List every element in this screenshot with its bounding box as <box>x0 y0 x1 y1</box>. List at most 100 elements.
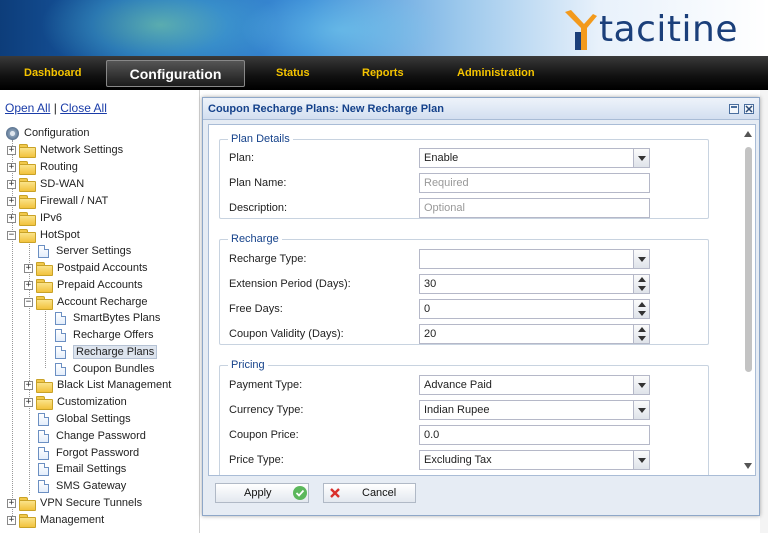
tree-item-label-selected: Recharge Plans <box>73 345 158 359</box>
close-icon[interactable] <box>744 104 754 114</box>
tree-expand-links: Open All | Close All <box>5 101 107 115</box>
maximize-icon[interactable] <box>729 104 739 114</box>
tree-item-customization[interactable]: + Customization <box>24 394 127 410</box>
price-type-select[interactable]: Excluding Tax <box>419 450 650 470</box>
plan-select[interactable]: Enable <box>419 148 650 168</box>
plan-label: Plan: <box>229 152 255 164</box>
expand-plus-icon[interactable]: + <box>7 145 16 155</box>
price-type-label: Price Type: <box>229 454 284 466</box>
settings-gear-icon <box>6 126 19 140</box>
tree-item-label: SmartBytes Plans <box>73 312 161 324</box>
tree-item-label: Server Settings <box>56 245 132 257</box>
tree-item-network-settings[interactable]: + Network Settings <box>7 142 123 158</box>
spinner-arrows-icon[interactable] <box>633 324 650 344</box>
chevron-down-icon[interactable] <box>633 450 650 470</box>
expand-plus-icon[interactable]: + <box>7 179 16 189</box>
nav-administration[interactable]: Administration <box>457 56 535 90</box>
tree-root[interactable]: Configuration <box>6 125 89 141</box>
tree-item-global-settings[interactable]: Global Settings <box>38 411 131 427</box>
expand-plus-icon[interactable]: + <box>24 397 33 407</box>
expand-plus-icon[interactable]: + <box>24 280 33 290</box>
tree-item-recharge-plans[interactable]: Recharge Plans <box>55 344 158 360</box>
cancel-button[interactable]: Cancel <box>323 483 416 503</box>
expand-plus-icon[interactable]: + <box>7 213 16 223</box>
chevron-down-icon[interactable] <box>633 249 650 269</box>
tree-item-smartbytes[interactable]: SmartBytes Plans <box>55 310 160 326</box>
tree-item-firewall[interactable]: + Firewall / NAT <box>7 193 108 209</box>
folder-icon <box>36 379 53 393</box>
nav-reports[interactable]: Reports <box>362 56 404 90</box>
close-all-link[interactable]: Close All <box>60 101 107 115</box>
coupon-validity-value: 20 <box>424 328 437 340</box>
scroll-up-icon[interactable] <box>744 131 752 137</box>
collapse-minus-icon[interactable]: − <box>24 297 33 307</box>
recharge-type-select[interactable] <box>419 249 650 269</box>
expand-plus-icon[interactable]: + <box>7 162 16 172</box>
scroll-down-icon[interactable] <box>744 463 752 469</box>
folder-icon <box>19 144 36 158</box>
plan-name-input[interactable]: Required <box>419 173 650 193</box>
payment-type-label: Payment Type: <box>229 379 303 391</box>
free-days-stepper[interactable]: 0 <box>419 299 650 319</box>
tree-item-vpn[interactable]: + VPN Secure Tunnels <box>7 495 142 511</box>
spinner-arrows-icon[interactable] <box>633 299 650 319</box>
expand-plus-icon[interactable]: + <box>7 515 16 525</box>
page-icon <box>38 462 49 476</box>
tree-item-blacklist[interactable]: + Black List Management <box>24 377 171 393</box>
tree-item-label: Black List Management <box>57 379 172 391</box>
nav-dashboard[interactable]: Dashboard <box>24 56 81 90</box>
folder-icon <box>36 396 53 410</box>
chevron-down-icon[interactable] <box>633 400 650 420</box>
currency-type-value: Indian Rupee <box>424 404 490 416</box>
extension-period-value: 30 <box>424 278 437 290</box>
coupon-validity-stepper[interactable]: 20 <box>419 324 650 344</box>
tree-item-email-settings[interactable]: Email Settings <box>38 461 126 477</box>
tree-item-account-recharge[interactable]: − Account Recharge <box>24 294 148 310</box>
check-icon <box>293 486 307 500</box>
page-icon <box>38 244 49 258</box>
currency-type-select[interactable]: Indian Rupee <box>419 400 650 420</box>
tree-item-prepaid[interactable]: + Prepaid Accounts <box>24 277 143 293</box>
expand-plus-icon[interactable]: + <box>7 498 16 508</box>
coupon-price-input[interactable]: 0.0 <box>419 425 650 445</box>
page-icon <box>55 345 66 359</box>
tree-item-routing[interactable]: + Routing <box>7 159 78 175</box>
form-scrollbar[interactable] <box>741 125 755 475</box>
expand-plus-icon[interactable]: + <box>24 263 33 273</box>
tree-item-postpaid[interactable]: + Postpaid Accounts <box>24 260 148 276</box>
scrollbar-thumb[interactable] <box>745 147 752 372</box>
payment-type-value: Advance Paid <box>424 379 492 391</box>
nav-status[interactable]: Status <box>276 56 310 90</box>
tree-item-recharge-offers[interactable]: Recharge Offers <box>55 327 154 343</box>
tree-item-change-password[interactable]: Change Password <box>38 428 146 444</box>
tree-item-forgot-password[interactable]: Forgot Password <box>38 445 139 461</box>
tree-item-label: Forgot Password <box>56 447 140 459</box>
folder-icon <box>19 497 36 511</box>
tree-item-label: Change Password <box>56 430 146 442</box>
nav-configuration[interactable]: Configuration <box>106 60 245 87</box>
extension-period-stepper[interactable]: 30 <box>419 274 650 294</box>
tree-item-management[interactable]: + Management <box>7 512 104 528</box>
collapse-minus-icon[interactable]: − <box>7 230 16 240</box>
spinner-arrows-icon[interactable] <box>633 274 650 294</box>
page-icon <box>38 429 49 443</box>
tree-item-sdwan[interactable]: + SD-WAN <box>7 176 84 192</box>
tree-item-ipv6[interactable]: + IPv6 <box>7 210 62 226</box>
dialog-titlebar[interactable]: Coupon Recharge Plans: New Recharge Plan <box>203 98 759 120</box>
open-all-link[interactable]: Open All <box>5 101 50 115</box>
expand-plus-icon[interactable]: + <box>24 380 33 390</box>
tree-item-server-settings[interactable]: Server Settings <box>38 243 131 259</box>
apply-button[interactable]: Apply <box>215 483 309 503</box>
tree-item-label: Account Recharge <box>57 296 148 308</box>
tree-item-sms-gateway[interactable]: SMS Gateway <box>38 478 126 494</box>
tree-item-hotspot[interactable]: − HotSpot <box>7 227 80 243</box>
tree-item-label: Firewall / NAT <box>40 195 109 207</box>
payment-type-select[interactable]: Advance Paid <box>419 375 650 395</box>
folder-icon <box>36 262 53 276</box>
description-input[interactable]: Optional <box>419 198 650 218</box>
chevron-down-icon[interactable] <box>633 375 650 395</box>
tree-item-coupon-bundles[interactable]: Coupon Bundles <box>55 361 154 377</box>
expand-plus-icon[interactable]: + <box>7 196 16 206</box>
chevron-down-icon[interactable] <box>633 148 650 168</box>
page-icon <box>38 479 49 493</box>
